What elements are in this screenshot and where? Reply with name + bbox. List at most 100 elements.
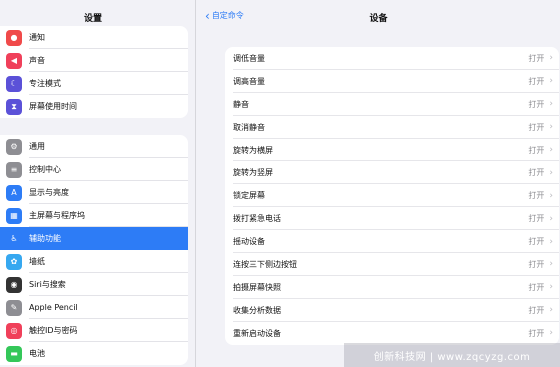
display-icon: A	[6, 184, 22, 201]
sidebar-item-label: 通知	[29, 33, 45, 42]
gear-icon: ⚙	[6, 138, 22, 155]
sidebar-item[interactable]: ⧗ 屏幕使用时间	[0, 95, 188, 118]
chevron-right-icon: ›	[549, 53, 553, 64]
command-row[interactable]: 调高音量 打开 ›	[225, 70, 559, 93]
command-row[interactable]: 静音 打开 ›	[225, 93, 559, 116]
command-label: 重新启动设备	[233, 328, 281, 338]
sidebar-item-label: 屏幕使用时间	[29, 102, 77, 111]
sidebar-item-label: Siri与搜索	[29, 280, 66, 289]
command-label: 静音	[233, 99, 249, 109]
sidebar-item[interactable]: ☾ 专注模式	[0, 72, 188, 95]
command-label: 旋转为竖屏	[233, 168, 273, 178]
command-value: 打开	[528, 191, 545, 201]
chevron-right-icon: ›	[549, 305, 553, 316]
sidebar-item-label: 显示与亮度	[29, 188, 69, 197]
command-label: 连按三下侧边按钮	[233, 259, 297, 269]
speaker-icon: ◀	[6, 52, 22, 69]
sidebar-item[interactable]: A 显示与亮度	[0, 181, 188, 204]
sidebar-item-label: Apple Pencil	[29, 303, 78, 312]
sidebar-item[interactable]: ◎ 触控ID与密码	[0, 319, 188, 342]
command-row[interactable]: 连按三下侧边按钮 打开 ›	[225, 253, 559, 276]
hourglass-icon: ⧗	[6, 98, 22, 115]
command-label: 拍摄屏幕快照	[233, 282, 281, 292]
sidebar-item[interactable]: ✎ Apple Pencil	[0, 296, 188, 319]
command-label: 调高音量	[233, 76, 265, 86]
command-row[interactable]: 旋转为横屏 打开 ›	[225, 139, 559, 162]
sidebar-item[interactable]: ▦ 主屏幕与程序坞	[0, 204, 188, 227]
fingerprint-icon: ◎	[6, 322, 22, 339]
command-value: 打开	[528, 168, 545, 178]
sidebar-item-label: 辅助功能	[29, 234, 61, 243]
detail-pane: ‹ 自定命令 设备 调低音量 打开 › 调高音量 打开 › 静音 打开 › 取消静音 打开 › 旋转为横…	[197, 0, 560, 367]
moon-icon: ☾	[6, 75, 22, 92]
command-value: 打开	[528, 237, 545, 247]
chevron-right-icon: ›	[549, 259, 553, 270]
sidebar-item-label: 声音	[29, 56, 45, 65]
command-label: 旋转为横屏	[233, 145, 273, 155]
settings-sidebar: 设置 ● 通知 ◀ 声音 ☾ 专注模式 ⧗ 屏幕使用时间 ⚙ 通用 ≡ 控制中心 A 显示与亮度 ▦ 主屏幕…	[0, 0, 196, 367]
sidebar-item-label: 专注模式	[29, 79, 61, 88]
sidebar-item-label: 控制中心	[29, 165, 61, 174]
command-row[interactable]: 重新启动设备 打开 ›	[225, 322, 559, 345]
command-value: 打开	[528, 282, 545, 292]
sidebar-item[interactable]: ✿ 墙纸	[0, 250, 188, 273]
command-row[interactable]: 取消静音 打开 ›	[225, 116, 559, 139]
chevron-right-icon: ›	[549, 282, 553, 293]
battery-icon: ▬	[6, 345, 22, 362]
siri-icon: ◉	[6, 276, 22, 293]
page-title: 设备	[369, 14, 388, 24]
command-value: 打开	[528, 145, 545, 155]
bell-icon: ●	[6, 29, 22, 46]
command-label: 拨打紧急电话	[233, 214, 281, 224]
sidebar-item-label: 通用	[29, 142, 45, 151]
command-value: 打开	[528, 305, 545, 315]
home-screen-icon: ▦	[6, 207, 22, 224]
sidebar-item[interactable]: ◀ 声音	[0, 49, 188, 72]
sidebar-item-label: 触控ID与密码	[29, 326, 78, 335]
sidebar-item-label: 电池	[29, 349, 45, 358]
chevron-right-icon: ›	[549, 167, 553, 178]
sidebar-item[interactable]: ◉ Siri与搜索	[0, 273, 188, 296]
chevron-right-icon: ›	[549, 122, 553, 133]
command-row[interactable]: 拍摄屏幕快照 打开 ›	[225, 276, 559, 299]
sidebar-item-label: 墙纸	[29, 257, 45, 266]
command-value: 打开	[528, 53, 545, 63]
accessibility-icon: ♿	[6, 230, 22, 247]
sidebar-item[interactable]: ● 通知	[0, 26, 188, 49]
command-list: 调低音量 打开 › 调高音量 打开 › 静音 打开 › 取消静音 打开 › 旋转为横屏 打开 › 旋转为竖屏打…	[225, 47, 559, 345]
watermark: 创新科技网 | www.zqcyzg.com	[344, 343, 560, 367]
sidebar-item[interactable]: ▬ 电池	[0, 342, 188, 365]
chevron-right-icon: ›	[549, 190, 553, 201]
chevron-right-icon: ›	[549, 328, 553, 339]
sidebar-item-label: 主屏幕与程序坞	[29, 211, 85, 220]
sidebar-group-1: ● 通知 ◀ 声音 ☾ 专注模式 ⧗ 屏幕使用时间	[0, 26, 188, 118]
sidebar-item[interactable]: ⚙ 通用	[0, 135, 188, 158]
command-label: 摇动设备	[233, 237, 265, 247]
command-value: 打开	[528, 122, 545, 132]
command-label: 取消静音	[233, 122, 265, 132]
chevron-right-icon: ›	[549, 145, 553, 155]
command-row[interactable]: 收集分析数据 打开 ›	[225, 299, 559, 322]
command-row[interactable]: 摇动设备 打开 ›	[225, 230, 559, 253]
command-label: 调低音量	[233, 53, 265, 63]
command-row[interactable]: 锁定屏幕 打开 ›	[225, 184, 559, 208]
command-label: 收集分析数据	[233, 305, 281, 315]
command-value: 打开	[528, 99, 545, 109]
sidebar-item[interactable]: ≡ 控制中心	[0, 158, 188, 181]
chevron-right-icon: ›	[549, 76, 553, 87]
command-value: 打开	[528, 76, 545, 86]
chevron-right-icon: ›	[549, 99, 553, 110]
command-value: 打开	[528, 328, 545, 338]
command-row[interactable]: 旋转为竖屏 打开 ›	[225, 161, 559, 185]
command-value: 打开	[528, 214, 545, 224]
sidebar-group-2: ⚙ 通用 ≡ 控制中心 A 显示与亮度 ▦ 主屏幕与程序坞 ♿ 辅助功能 ✿ 墙纸 ◉ Siri与搜索 ✎ A…	[0, 135, 188, 365]
chevron-right-icon: ›	[549, 213, 553, 224]
wallpaper-icon: ✿	[6, 253, 22, 270]
sidebar-item[interactable]: ♿ 辅助功能	[0, 227, 188, 250]
command-label: 锁定屏幕	[233, 191, 265, 201]
command-value: 打开	[528, 259, 545, 269]
chevron-right-icon: ›	[549, 236, 553, 247]
command-row[interactable]: 调低音量 打开 ›	[225, 47, 559, 70]
command-row[interactable]: 拨打紧急电话 打开 ›	[225, 207, 559, 231]
control-center-icon: ≡	[6, 161, 22, 178]
